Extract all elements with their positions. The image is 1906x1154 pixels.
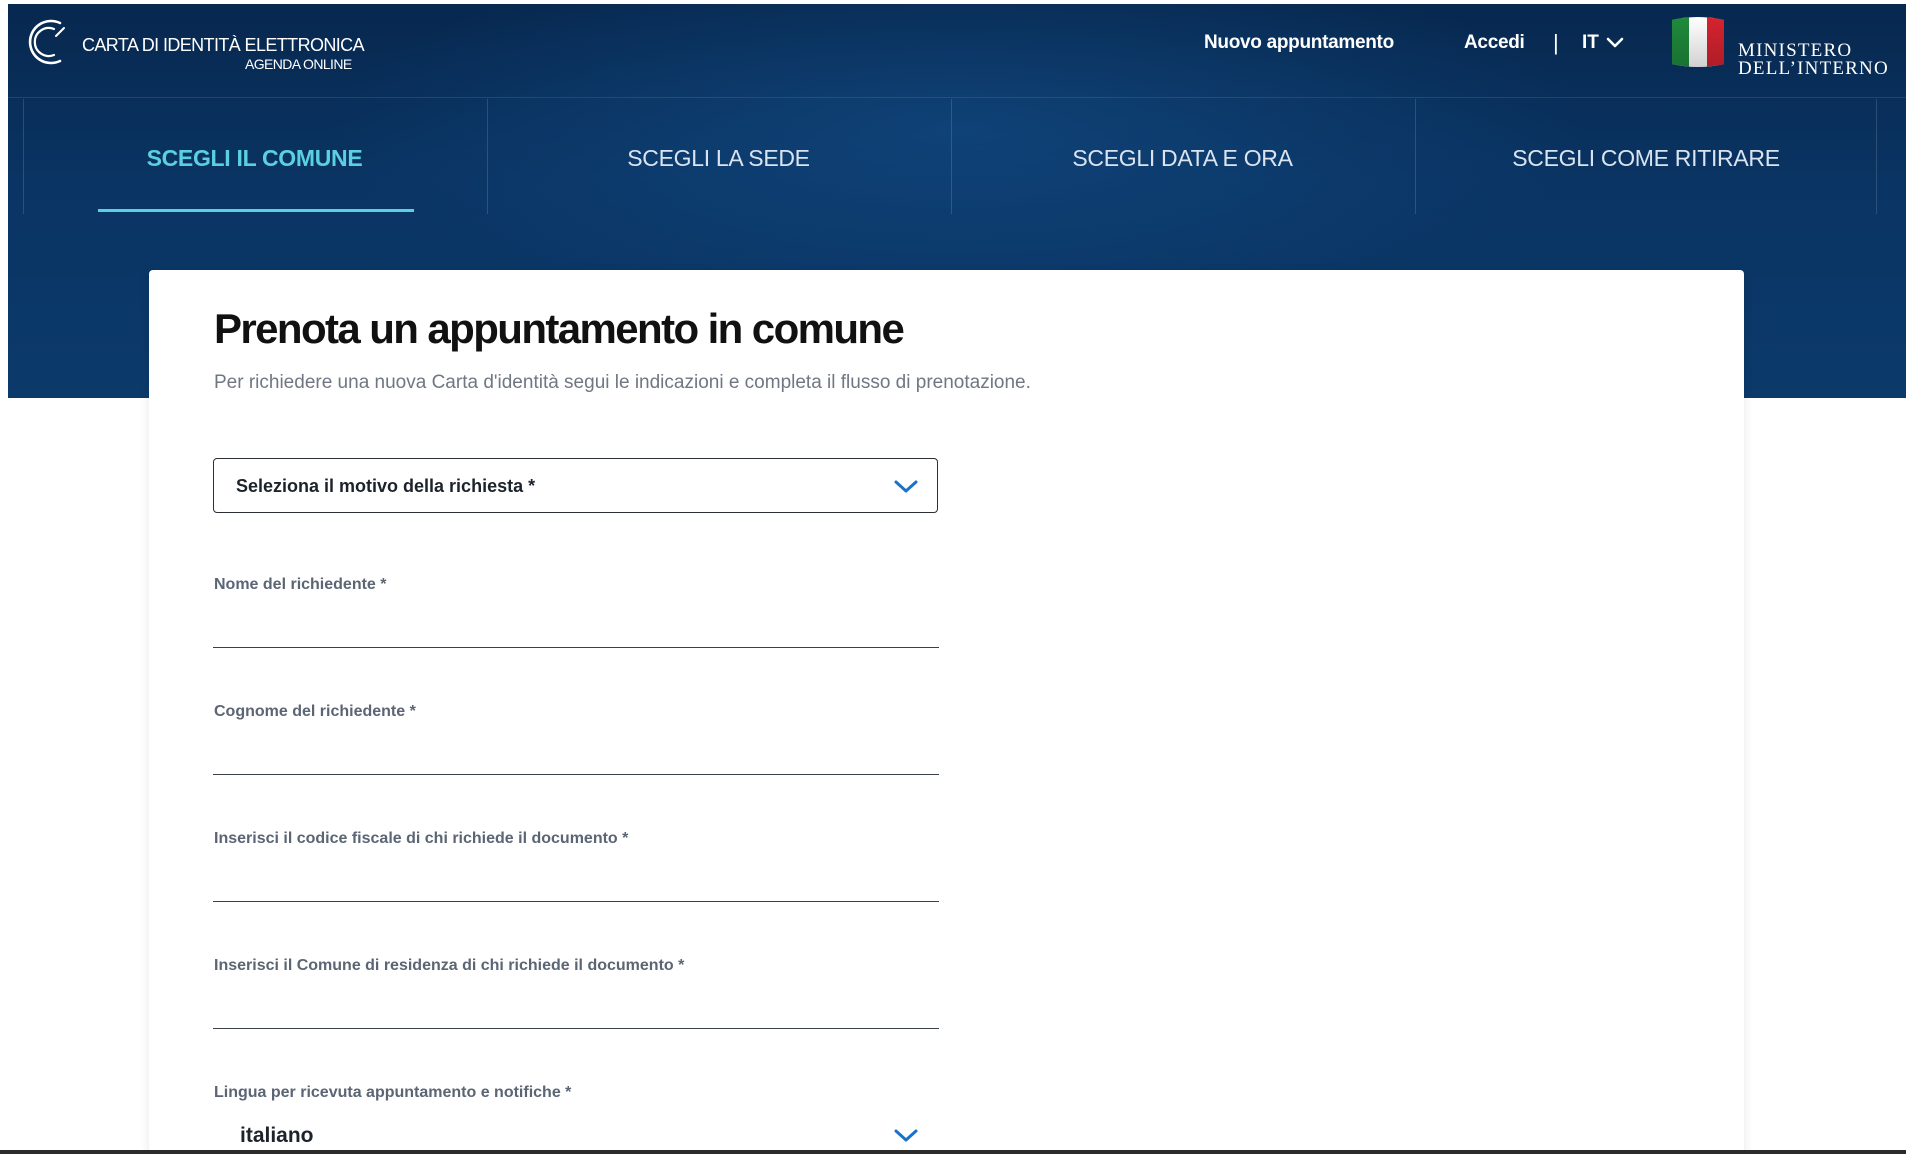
tax-code-label: Inserisci il codice fiscale di chi richi… bbox=[214, 830, 629, 847]
nav-separator: | bbox=[1553, 30, 1559, 55]
step-choose-sede[interactable]: SCEGLI LA SEDE bbox=[487, 99, 949, 214]
booking-steps: SCEGLI IL COMUNE SCEGLI LA SEDE SCEGLI D… bbox=[23, 99, 1883, 214]
booking-form-card: Prenota un appuntamento in comune Per ri… bbox=[149, 270, 1744, 1154]
brand-title: CARTA DI IDENTITÀ ELETTRONICA bbox=[82, 35, 365, 55]
page-title: Prenota un appuntamento in comune bbox=[214, 305, 905, 352]
last-name-label: Cognome del richiedente * bbox=[214, 703, 416, 720]
step-label: SCEGLI COME RITIRARE bbox=[1512, 145, 1780, 171]
top-bar: CARTA DI IDENTITÀ ELETTRONICA AGENDA ONL… bbox=[8, 4, 1906, 98]
first-name-field: Nome del richiedente * bbox=[213, 576, 939, 666]
first-name-input[interactable] bbox=[213, 604, 939, 648]
residence-comune-input[interactable] bbox=[213, 985, 939, 1029]
chevron-down-icon bbox=[894, 480, 918, 493]
active-step-indicator bbox=[98, 209, 414, 212]
residence-comune-label: Inserisci il Comune di residenza di chi … bbox=[214, 957, 685, 974]
ministry-logo[interactable]: MINISTERO DELL’INTERNO bbox=[1670, 14, 1906, 79]
step-label: SCEGLI DATA E ORA bbox=[1072, 145, 1293, 171]
reason-select-label: Seleziona il motivo della richiesta * bbox=[236, 476, 536, 496]
chevron-down-icon bbox=[894, 1129, 918, 1142]
ministry-line2: DELL’INTERNO bbox=[1738, 58, 1889, 79]
notification-language-value: italiano bbox=[240, 1124, 314, 1147]
last-name-input[interactable] bbox=[213, 731, 939, 775]
notification-language-label: Lingua per ricevuta appuntamento e notif… bbox=[214, 1084, 572, 1101]
new-appointment-link[interactable]: Nuovo appuntamento bbox=[1204, 32, 1394, 54]
step-label: SCEGLI LA SEDE bbox=[627, 145, 810, 171]
last-name-field: Cognome del richiedente * bbox=[213, 703, 939, 793]
reason-select[interactable]: Seleziona il motivo della richiesta * bbox=[213, 458, 938, 513]
step-choose-pickup[interactable]: SCEGLI COME RITIRARE bbox=[1415, 99, 1877, 214]
residence-comune-field: Inserisci il Comune di residenza di chi … bbox=[213, 957, 939, 1047]
first-name-label: Nome del richiedente * bbox=[214, 576, 387, 593]
login-link[interactable]: Accedi bbox=[1464, 32, 1525, 54]
step-choose-date-time[interactable]: SCEGLI DATA E ORA bbox=[951, 99, 1413, 214]
tax-code-field: Inserisci il codice fiscale di chi richi… bbox=[213, 830, 939, 920]
step-choose-comune[interactable]: SCEGLI IL COMUNE bbox=[23, 99, 485, 214]
tax-code-input[interactable] bbox=[213, 858, 939, 902]
page-subtitle: Per richiedere una nuova Carta d'identit… bbox=[214, 372, 1031, 393]
step-label: SCEGLI IL COMUNE bbox=[146, 145, 363, 171]
bottom-strip bbox=[0, 1150, 1906, 1154]
language-code: IT bbox=[1582, 32, 1599, 53]
italian-flag-icon bbox=[1672, 17, 1724, 67]
notification-language-field[interactable]: Lingua per ricevuta appuntamento e notif… bbox=[213, 1084, 939, 1154]
language-selector[interactable]: IT bbox=[1582, 32, 1624, 54]
cie-logo-icon bbox=[28, 19, 65, 65]
page: CARTA DI IDENTITÀ ELETTRONICA AGENDA ONL… bbox=[0, 0, 1906, 1154]
brand-subtitle: AGENDA ONLINE bbox=[245, 56, 352, 72]
brand-logo[interactable]: CARTA DI IDENTITÀ ELETTRONICA AGENDA ONL… bbox=[20, 14, 380, 74]
chevron-down-icon bbox=[1606, 37, 1624, 48]
